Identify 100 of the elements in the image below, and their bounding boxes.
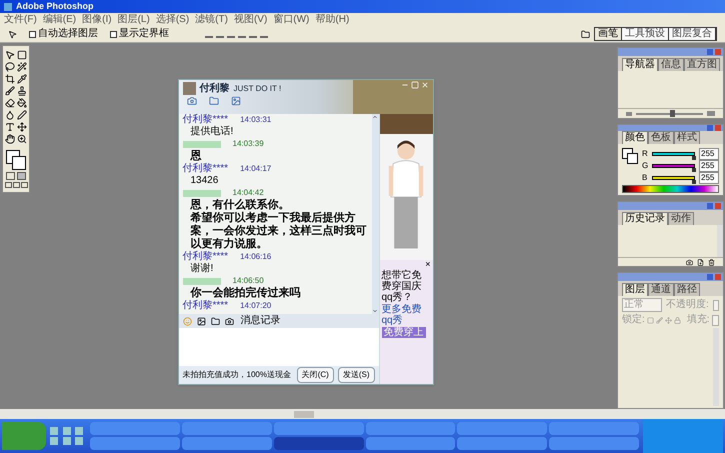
slider-thumb[interactable] (692, 168, 696, 172)
pointer-icon[interactable] (5, 50, 15, 60)
file-browser-icon[interactable] (581, 30, 590, 38)
move-tool-icon[interactable] (8, 30, 17, 38)
ad-button[interactable]: 免费穿上 (382, 327, 426, 338)
menu-item[interactable]: 编辑(E) (42, 14, 76, 26)
wand-icon[interactable] (17, 62, 27, 72)
zoom-slider-thumb[interactable] (670, 110, 676, 116)
lock-icon[interactable] (674, 316, 681, 324)
message-text: 希望你可以考虑一下我最后提供方案，一会你发过来，这样三点时我可以更有力说服。 (189, 212, 368, 250)
hand-icon[interactable] (5, 134, 15, 144)
drop-icon[interactable] (5, 110, 15, 120)
menu-item[interactable]: 图像(I) (82, 14, 112, 26)
slider-thumb[interactable] (692, 156, 696, 160)
palette-well-tab[interactable]: 画笔 (595, 28, 622, 40)
eraser-icon[interactable] (5, 98, 15, 108)
color-spectrum-bar[interactable] (622, 185, 719, 193)
panel-tab[interactable]: 直方图 (684, 58, 720, 71)
close-ad-button[interactable]: × (425, 260, 430, 269)
lock-move-icon[interactable] (664, 316, 672, 324)
sender-name: 付利黎**** (182, 114, 228, 126)
lock-label: 锁定: (622, 314, 645, 326)
menu-item[interactable]: 图层(L) (118, 14, 150, 26)
square-icon[interactable] (17, 50, 27, 60)
panel-tab[interactable]: 样式 (674, 131, 700, 144)
start-button[interactable] (2, 422, 46, 450)
panel-tab[interactable]: 颜色 (622, 131, 648, 144)
bucket-icon[interactable] (17, 98, 27, 108)
channel-value-field[interactable]: 255 (699, 172, 719, 184)
slider-thumb[interactable] (692, 180, 696, 184)
menu-item[interactable]: 选择(S) (156, 14, 190, 26)
scroll-up-icon[interactable] (372, 114, 378, 120)
ad-link[interactable]: 更多免费qq秀 (382, 304, 430, 326)
status-text: 未拍拍充值成功，100%送现金 (182, 370, 292, 380)
move-icon[interactable] (17, 122, 27, 132)
palette-well-tab[interactable]: 工具预设 (622, 28, 669, 40)
maximize-icon[interactable] (410, 81, 418, 89)
menu-item[interactable]: 窗口(W) (273, 14, 310, 26)
panel-tab[interactable]: 信息 (658, 58, 684, 71)
stamp-icon[interactable] (17, 86, 27, 96)
blurred-name (182, 140, 220, 148)
fill-field[interactable] (712, 314, 719, 326)
sender-name: 付利黎**** (182, 251, 228, 262)
close-icon[interactable] (420, 81, 428, 89)
picture-icon[interactable] (196, 316, 206, 326)
opacity-field[interactable] (712, 300, 719, 310)
history-button[interactable]: 消息记录 (238, 315, 282, 327)
camera-icon[interactable] (686, 258, 693, 266)
ad-text: 想带它免费穿国庆qq秀？ (382, 270, 422, 303)
chat-button[interactable]: 发送(S) (338, 367, 374, 383)
message-text: 13426 (190, 175, 220, 187)
scroll-thumb[interactable] (294, 410, 314, 418)
trash-icon[interactable] (708, 258, 715, 266)
message-text: 谢谢! (190, 263, 214, 275)
message-time: 14:07:20 (240, 301, 272, 311)
message-text: 恩 (189, 150, 202, 162)
channel-value-field[interactable]: 255 (699, 160, 719, 172)
panel-tab[interactable]: 通道 (648, 283, 674, 296)
checkbox[interactable] (29, 30, 36, 38)
crop-icon[interactable] (5, 74, 15, 84)
panel-tab[interactable]: 动作 (668, 212, 694, 225)
eyedropper-icon[interactable] (17, 74, 27, 84)
fill-label: 填充: (686, 314, 710, 326)
new-document-icon[interactable] (697, 258, 704, 266)
scrollbar[interactable] (717, 225, 723, 257)
horizontal-scrollbar[interactable] (0, 409, 725, 419)
message-text: 你一会能拍完传过来吗 (189, 287, 302, 300)
menu-item[interactable]: 帮助(H) (315, 14, 350, 26)
message-time: 14:03:31 (240, 115, 272, 125)
pen-icon[interactable] (17, 110, 27, 120)
camera-icon[interactable] (224, 316, 234, 326)
channel-value-field[interactable]: 255 (699, 148, 719, 160)
zoom-icon[interactable] (17, 134, 27, 144)
palette-well-tab[interactable]: 图层复合 (669, 28, 716, 40)
brush-icon[interactable] (5, 86, 15, 96)
panel-tab[interactable]: 色板 (648, 131, 674, 144)
panel-tab[interactable]: 路径 (674, 283, 700, 296)
color-swatch-icon[interactable] (6, 150, 26, 170)
scroll-down-icon[interactable] (372, 308, 378, 314)
message-time: 14:06:16 (240, 252, 272, 262)
chat-button[interactable]: 关闭(C) (296, 367, 334, 383)
app-logo-icon (4, 2, 12, 10)
scrollbar[interactable] (372, 114, 378, 314)
window-title: Adobe Photoshop (16, 1, 94, 12)
panel-tab[interactable]: 历史记录 (622, 212, 668, 225)
color-swatch-icon[interactable] (622, 148, 638, 164)
checkbox[interactable] (110, 30, 117, 38)
lock-brush-icon[interactable] (656, 316, 663, 324)
menu-item[interactable]: 文件(F) (4, 14, 37, 26)
panel-tab[interactable]: 图层 (622, 283, 648, 296)
text-tool-icon[interactable] (5, 122, 15, 132)
channel-label: R (642, 148, 648, 160)
menu-item[interactable]: 滤镜(T) (195, 14, 228, 26)
menu-item[interactable]: 视图(V) (234, 14, 268, 26)
lasso-icon[interactable] (5, 62, 15, 72)
panel-tab[interactable]: 导航器 (622, 58, 658, 71)
message-time: 14:03:39 (232, 139, 264, 149)
message-time: 14:06:50 (232, 276, 264, 286)
game-banner-placeholder (380, 114, 432, 134)
message-input-field[interactable] (178, 328, 378, 366)
